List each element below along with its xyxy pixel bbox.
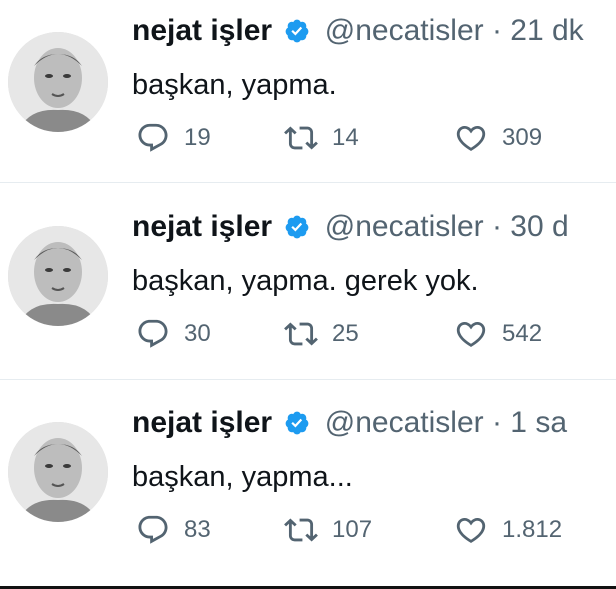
separator: · [483, 210, 511, 243]
separator: · [483, 14, 511, 47]
avatar[interactable] [8, 422, 108, 522]
avatar[interactable] [8, 226, 108, 326]
verified-badge-icon [284, 18, 310, 44]
like-button[interactable]: 1.812 [454, 512, 562, 548]
tweet-header: nejat işler @necatisler · 21 dk [132, 14, 584, 48]
reply-button[interactable]: 83 [136, 512, 211, 548]
author-name[interactable]: nejat işler [132, 14, 272, 47]
timestamp[interactable]: 1 sa [510, 406, 567, 439]
author-handle[interactable]: @necatisler [325, 210, 484, 243]
retweet-count: 14 [332, 124, 359, 151]
reply-icon [138, 515, 168, 544]
reply-button[interactable]: 19 [136, 120, 211, 156]
retweet-count: 25 [332, 320, 359, 347]
like-button[interactable]: 309 [454, 120, 542, 156]
like-icon [456, 125, 486, 151]
timestamp[interactable]: 21 dk [510, 14, 583, 47]
tweet-text: başkan, yapma. [132, 69, 337, 101]
retweet-icon [284, 126, 318, 150]
tweet[interactable]: nejat işler @necatisler · 30 d başkan, y… [0, 196, 616, 392]
avatar[interactable] [8, 32, 108, 132]
tweet-header: nejat işler @necatisler · 30 d [132, 210, 569, 244]
tweet-text: başkan, yapma. gerek yok. [132, 265, 479, 297]
tweet-actions: 19 14 309 [132, 120, 612, 156]
author-handle[interactable]: @necatisler [325, 406, 484, 439]
divider [0, 182, 616, 183]
like-count: 1.812 [502, 516, 563, 543]
like-icon [456, 321, 486, 347]
tweet-text: başkan, yapma... [132, 461, 353, 493]
retweet-button[interactable]: 25 [284, 316, 359, 352]
like-count: 542 [502, 320, 543, 347]
reply-icon [138, 319, 168, 348]
author-name[interactable]: nejat işler [132, 210, 272, 243]
tweet[interactable]: nejat işler @necatisler · 1 sa başkan, y… [0, 392, 616, 588]
retweet-icon [284, 322, 318, 346]
tweet[interactable]: nejat işler @necatisler · 21 dk başkan, … [0, 0, 616, 196]
tweet-actions: 30 25 542 [132, 316, 612, 352]
like-count: 309 [502, 124, 543, 151]
author-name[interactable]: nejat işler [132, 406, 272, 439]
reply-count: 19 [184, 124, 211, 151]
retweet-count: 107 [332, 516, 373, 543]
retweet-button[interactable]: 14 [284, 120, 359, 156]
verified-badge-icon [284, 214, 310, 240]
reply-count: 83 [184, 516, 211, 543]
reply-button[interactable]: 30 [136, 316, 211, 352]
timestamp[interactable]: 30 d [510, 210, 568, 243]
retweet-icon [284, 518, 318, 542]
retweet-button[interactable]: 107 [284, 512, 372, 548]
divider [0, 379, 616, 380]
verified-badge-icon [284, 410, 310, 436]
like-icon [456, 517, 486, 543]
tweet-header: nejat işler @necatisler · 1 sa [132, 406, 567, 440]
separator: · [483, 406, 511, 439]
reply-icon [138, 123, 168, 152]
like-button[interactable]: 542 [454, 316, 542, 352]
author-handle[interactable]: @necatisler [325, 14, 484, 47]
tweet-actions: 83 107 1.812 [132, 512, 612, 548]
reply-count: 30 [184, 320, 211, 347]
